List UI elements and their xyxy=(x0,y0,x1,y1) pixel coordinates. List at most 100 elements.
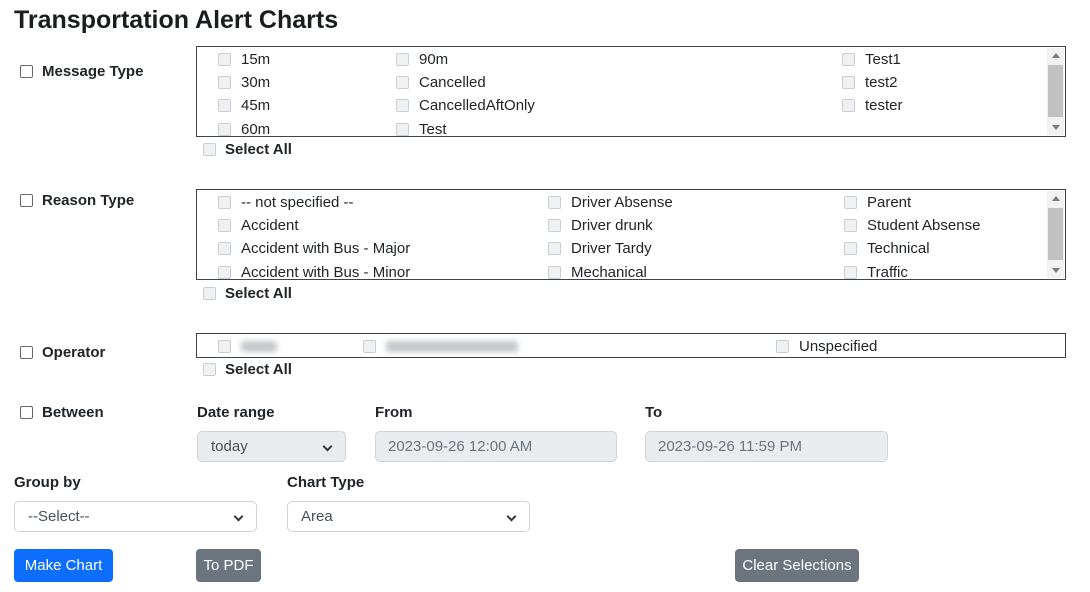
list-item[interactable]: Test1 xyxy=(842,48,903,71)
list-item-checkbox[interactable] xyxy=(548,266,561,279)
list-item[interactable]: Traffic xyxy=(844,261,980,280)
list-item-label[interactable]: Traffic xyxy=(867,264,908,280)
list-item[interactable]: 30m xyxy=(218,71,270,94)
list-item[interactable]: Mechanical xyxy=(548,261,673,280)
list-item-label[interactable]: Test xyxy=(419,121,447,137)
list-item-checkbox[interactable] xyxy=(218,219,231,232)
list-item-label[interactable]: 30m xyxy=(241,74,270,91)
list-item-checkbox[interactable] xyxy=(363,340,376,353)
reason-type-checkbox[interactable] xyxy=(20,194,33,207)
list-item-checkbox[interactable] xyxy=(844,219,857,232)
list-item[interactable]: CancelledAftOnly xyxy=(396,94,535,117)
list-item-checkbox[interactable] xyxy=(218,76,231,89)
scrollbar-thumb[interactable] xyxy=(1048,208,1063,260)
list-item[interactable]: Unspecified xyxy=(776,335,877,358)
list-item-label[interactable]: 60m xyxy=(241,121,270,137)
list-item-label[interactable]: Technical xyxy=(867,240,930,257)
list-item[interactable]: Accident xyxy=(218,214,410,237)
list-item[interactable]: Driver Tardy xyxy=(548,237,673,260)
from-input[interactable] xyxy=(375,431,617,462)
list-item[interactable]: Parent xyxy=(844,191,980,214)
list-item-checkbox[interactable] xyxy=(218,123,231,136)
to-pdf-button[interactable]: To PDF xyxy=(196,549,261,582)
operator-select-all[interactable]: Select All xyxy=(203,361,292,377)
list-item-checkbox[interactable] xyxy=(396,123,409,136)
list-item[interactable]: Accident with Bus - Major xyxy=(218,237,410,260)
message-type-checkbox[interactable] xyxy=(20,65,33,78)
list-item-checkbox[interactable] xyxy=(218,266,231,279)
operator-checkbox[interactable] xyxy=(20,346,33,359)
list-item-checkbox[interactable] xyxy=(548,196,561,209)
list-item[interactable]: 60m xyxy=(218,118,270,137)
list-item[interactable]: Accident with Bus - Minor xyxy=(218,261,410,280)
reason-type-listbox[interactable]: -- not specified -- Accident Accident with… xyxy=(196,189,1066,280)
list-item[interactable]: 90m xyxy=(396,48,535,71)
select-all-label[interactable]: Select All xyxy=(225,285,292,302)
list-item[interactable]: 15m xyxy=(218,48,270,71)
clear-selections-button[interactable]: Clear Selections xyxy=(735,549,859,582)
list-item[interactable]: 45m xyxy=(218,94,270,117)
list-item[interactable]: test2 xyxy=(842,71,903,94)
list-item-label[interactable]: CancelledAftOnly xyxy=(419,97,535,114)
list-item[interactable]: -- not specified -- xyxy=(218,191,410,214)
list-item-checkbox[interactable] xyxy=(776,340,789,353)
group-by-select[interactable]: --Select-- xyxy=(14,501,257,532)
list-item-label[interactable]: tester xyxy=(865,97,903,114)
list-item[interactable]: Technical xyxy=(844,237,980,260)
message-type-scrollbar[interactable] xyxy=(1047,48,1064,135)
select-all-checkbox[interactable] xyxy=(203,363,216,376)
list-item-label[interactable]: Driver drunk xyxy=(571,217,653,234)
message-type-select-all[interactable]: Select All xyxy=(203,141,292,157)
list-item[interactable]: Driver Absense xyxy=(548,191,673,214)
list-item[interactable]: Cancelled xyxy=(396,71,535,94)
scrollbar-up-button[interactable] xyxy=(1047,191,1064,206)
list-item-checkbox[interactable] xyxy=(842,99,855,112)
list-item-label[interactable]: Accident with Bus - Minor xyxy=(241,264,410,280)
list-item-checkbox[interactable] xyxy=(844,196,857,209)
list-item-label[interactable]: -- not specified -- xyxy=(241,194,354,211)
list-item[interactable]: Test xyxy=(396,118,535,137)
list-item-checkbox[interactable] xyxy=(218,242,231,255)
list-item-checkbox[interactable] xyxy=(218,53,231,66)
to-input[interactable] xyxy=(645,431,888,462)
list-item-label[interactable]: Driver Tardy xyxy=(571,240,652,257)
list-item-label[interactable]: test2 xyxy=(865,74,898,91)
list-item-label[interactable]: 15m xyxy=(241,51,270,68)
list-item-checkbox[interactable] xyxy=(548,219,561,232)
list-item-checkbox[interactable] xyxy=(396,99,409,112)
list-item-checkbox[interactable] xyxy=(842,53,855,66)
date-range-select[interactable]: today xyxy=(197,431,346,462)
list-item-label[interactable]: 90m xyxy=(419,51,448,68)
list-item[interactable]: tester xyxy=(842,94,903,117)
list-item-checkbox[interactable] xyxy=(844,242,857,255)
reason-type-select-all[interactable]: Select All xyxy=(203,285,292,301)
list-item-checkbox[interactable] xyxy=(396,76,409,89)
list-item-checkbox[interactable] xyxy=(844,266,857,279)
list-item-checkbox[interactable] xyxy=(548,242,561,255)
select-all-checkbox[interactable] xyxy=(203,287,216,300)
list-item-checkbox[interactable] xyxy=(218,196,231,209)
list-item[interactable]: Driver drunk xyxy=(548,214,673,237)
list-item[interactable]: Student Absense xyxy=(844,214,980,237)
list-item-checkbox[interactable] xyxy=(218,99,231,112)
select-all-label[interactable]: Select All xyxy=(225,361,292,378)
list-item[interactable] xyxy=(363,335,518,358)
scrollbar-down-button[interactable] xyxy=(1047,263,1064,278)
make-chart-button[interactable]: Make Chart xyxy=(14,549,113,582)
select-all-checkbox[interactable] xyxy=(203,143,216,156)
list-item-label[interactable]: Parent xyxy=(867,194,911,211)
scrollbar-thumb[interactable] xyxy=(1048,65,1063,117)
list-item-label[interactable]: Accident xyxy=(241,217,299,234)
list-item[interactable] xyxy=(218,335,277,358)
chart-type-select[interactable]: Area xyxy=(287,501,530,532)
list-item-label[interactable]: Mechanical xyxy=(571,264,647,280)
list-item-label[interactable]: Unspecified xyxy=(799,338,877,355)
list-item-label[interactable]: Test1 xyxy=(865,51,901,68)
list-item-checkbox[interactable] xyxy=(396,53,409,66)
list-item-checkbox[interactable] xyxy=(218,340,231,353)
scrollbar-up-button[interactable] xyxy=(1047,48,1064,63)
list-item-label[interactable]: Cancelled xyxy=(419,74,486,91)
operator-listbox[interactable]: Unspecified xyxy=(196,333,1066,358)
list-item-label[interactable]: Driver Absense xyxy=(571,194,673,211)
list-item-label[interactable]: Student Absense xyxy=(867,217,980,234)
